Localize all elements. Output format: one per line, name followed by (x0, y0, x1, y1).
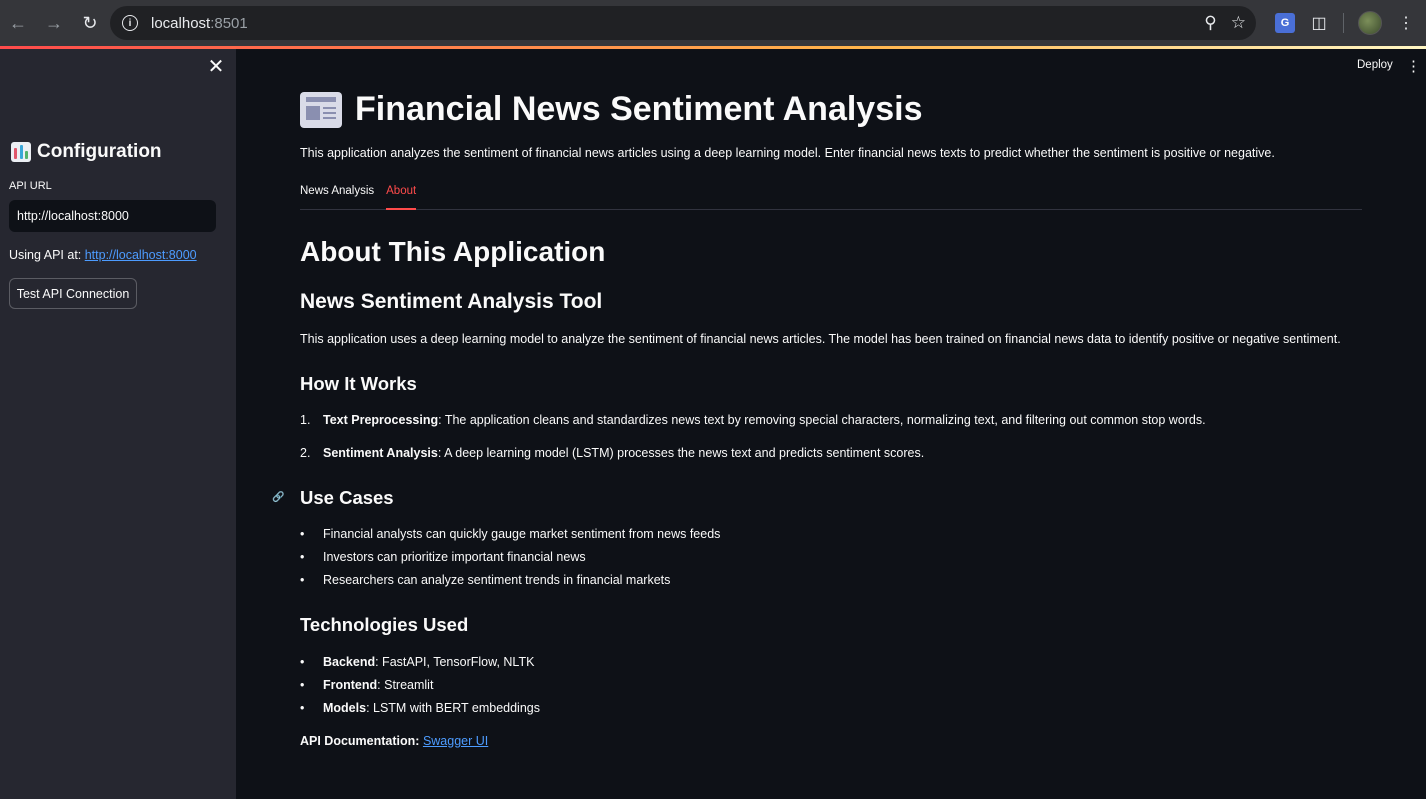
api-documentation: API Documentation: Swagger UI (300, 734, 488, 748)
back-icon[interactable]: ← (0, 5, 36, 41)
sidebar: ✕ Configuration API URL Using API at: ht… (0, 49, 236, 799)
page-title-text: Financial News Sentiment Analysis (355, 90, 923, 128)
list-item: • Researchers can analyze sentiment trend… (300, 573, 671, 587)
list-item: • Investors can prioritize important fina… (300, 550, 586, 564)
technologies-heading: Technologies Used (300, 614, 469, 635)
tool-heading: News Sentiment Analysis Tool (300, 290, 603, 313)
tab-news-analysis[interactable]: News Analysis (300, 183, 374, 209)
bar-chart-icon (11, 142, 31, 162)
toolbar-divider (1343, 13, 1344, 33)
address-bar[interactable]: i localhost:8501 ⚲ ☆ (110, 6, 1256, 40)
api-url-label: API URL (9, 180, 52, 192)
intro-text: This application analyzes the sentiment … (300, 146, 1275, 160)
deploy-button[interactable]: Deploy (1357, 59, 1393, 71)
forward-icon[interactable]: → (36, 5, 72, 41)
about-heading: About This Application (300, 236, 606, 267)
swagger-ui-link[interactable]: Swagger UI (423, 734, 488, 748)
using-api-text: Using API at: http://localhost:8000 (9, 248, 197, 262)
newspaper-icon (300, 91, 342, 128)
using-api-prefix: Using API at: (9, 248, 85, 262)
test-api-connection-button[interactable]: Test API Connection (9, 278, 137, 309)
profile-avatar[interactable] (1358, 11, 1382, 35)
api-url-link[interactable]: http://localhost:8000 (85, 248, 197, 262)
list-item: • Frontend: Streamlit (300, 678, 434, 692)
list-item: • Models: LSTM with BERT embeddings (300, 701, 540, 715)
close-sidebar-icon[interactable]: ✕ (206, 57, 226, 77)
app-menu-icon[interactable]: ⋮ (1406, 57, 1421, 75)
use-cases-heading: Use Cases (300, 487, 394, 508)
how-it-works-heading: How It Works (300, 373, 417, 394)
url-port: :8501 (210, 14, 248, 32)
sidebar-title-text: Configuration (37, 141, 162, 162)
list-item: 1. Text Preprocessing: The application cl… (300, 413, 1206, 427)
site-info-icon[interactable]: i (122, 15, 138, 31)
bookmark-star-icon[interactable]: ☆ (1231, 13, 1246, 33)
browser-menu-icon[interactable]: ⋮ (1396, 13, 1416, 33)
zoom-icon[interactable]: ⚲ (1204, 13, 1216, 33)
tab-about[interactable]: About (386, 183, 417, 210)
url-host: localhost (151, 14, 211, 32)
translate-extension-icon[interactable]: G (1275, 13, 1295, 33)
api-url-input[interactable] (9, 200, 216, 232)
list-item: • Backend: FastAPI, TensorFlow, NLTK (300, 655, 535, 669)
page-title: Financial News Sentiment Analysis (300, 90, 922, 129)
api-doc-label: API Documentation: (300, 734, 420, 748)
extensions-puzzle-icon[interactable]: ◫ (1309, 13, 1329, 33)
browser-toolbar: ← → ↻ i localhost:8501 ⚲ ☆ G ◫ ⋮ (0, 0, 1426, 46)
list-item: • Financial analysts can quickly gauge ma… (300, 527, 721, 541)
anchor-link-icon[interactable]: 🔗 (272, 492, 284, 503)
tab-bar: News Analysis About (300, 183, 1362, 210)
sidebar-title: Configuration (11, 141, 162, 163)
reload-icon[interactable]: ↻ (72, 5, 108, 41)
tool-description: This application uses a deep learning mo… (300, 332, 1341, 346)
list-item: 2. Sentiment Analysis: A deep learning mo… (300, 446, 925, 460)
